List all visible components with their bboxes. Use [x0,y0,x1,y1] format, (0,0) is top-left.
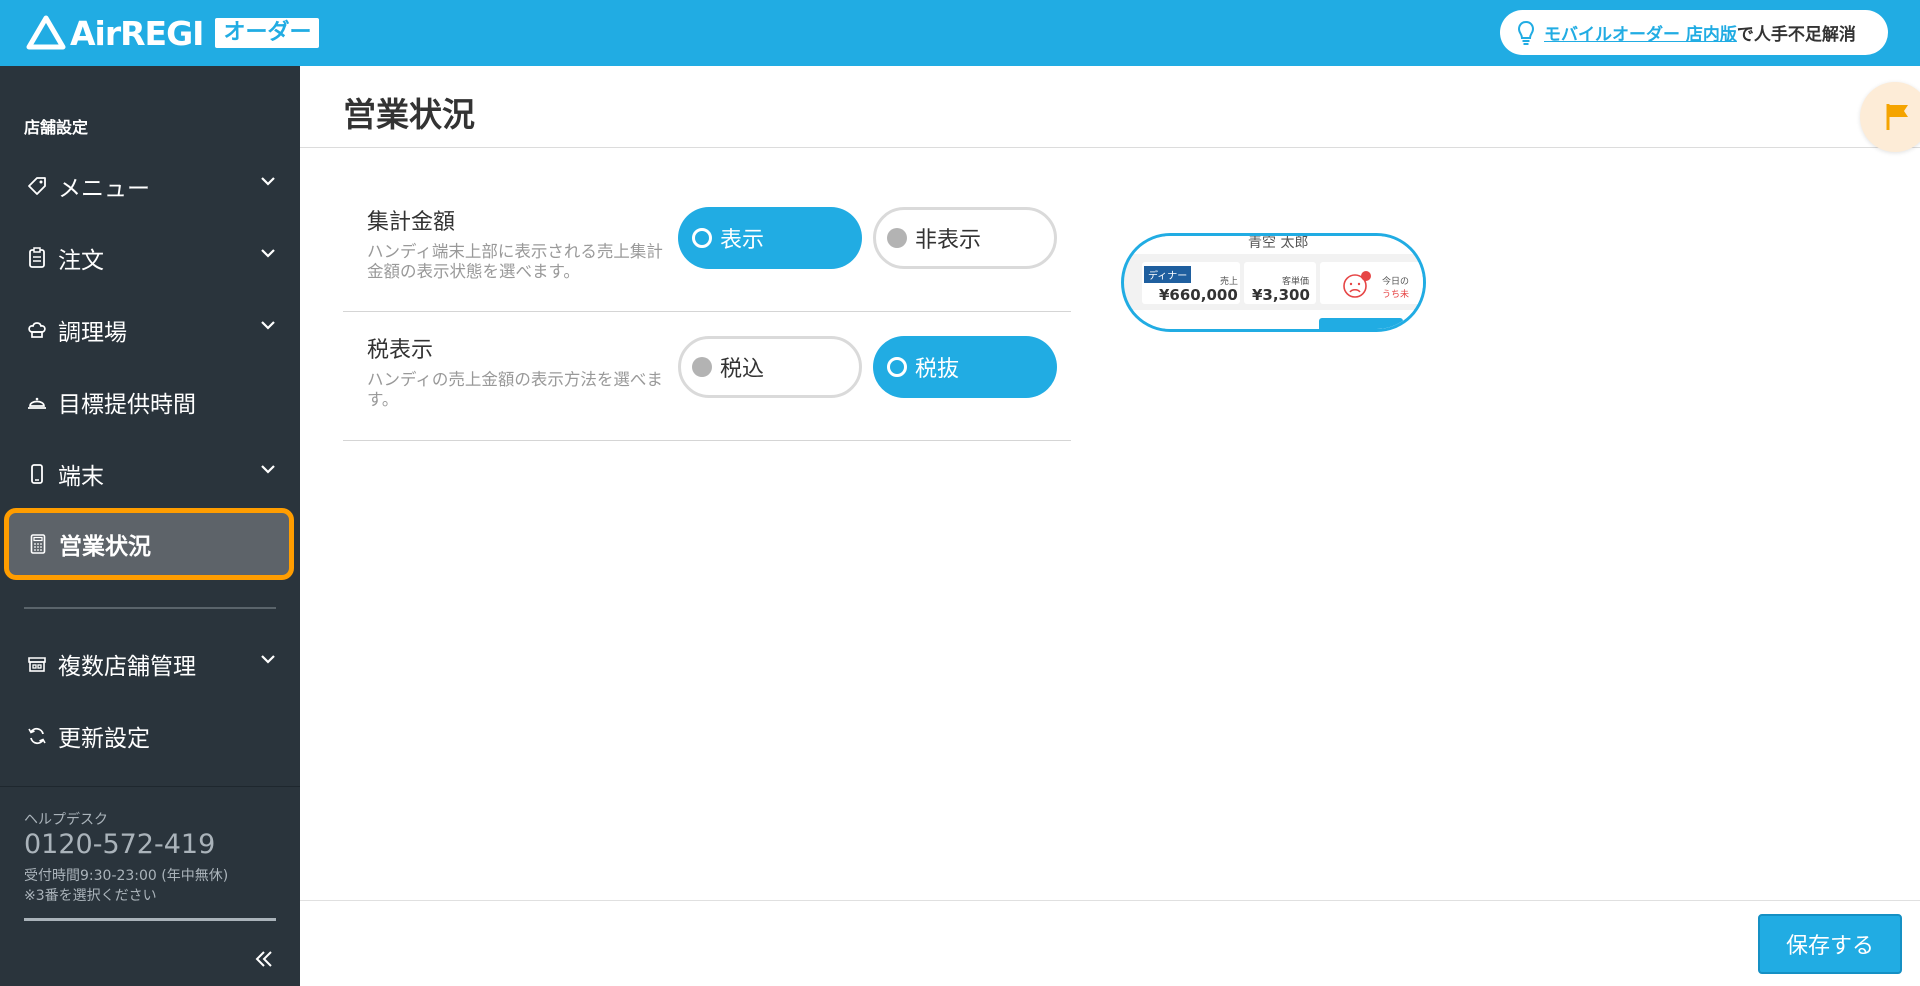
sidebar-item-kitchen[interactable]: 調理場 [0,294,300,366]
chevron-down-icon [261,321,275,330]
setting-row-tax-display: 税表示 ハンディの売上金額の表示方法を選べます。 税込 税抜 [343,312,1071,441]
option-label: 非表示 [915,228,982,253]
helpdesk-panel: ヘルプデスク 0120-572-419 受付時間9:30-23:00 (年中無休… [0,786,300,986]
setting-row-total-amount: 集計金額 ハンディ端末上部に表示される売上集計金額の表示状態を選べます。 表示 … [343,188,1071,312]
option-label: 税抜 [915,357,960,382]
sidebar-item-label: 調理場 [58,320,127,346]
footer-bar: 保存する [300,900,1920,986]
sidebar-item-order[interactable]: 注文 [0,222,300,294]
sidebar-item-label: 複数店舗管理 [58,654,196,680]
sidebar-item-label: 営業状況 [59,534,151,560]
preview-user-name: 青空 太郎 [1248,235,1309,251]
lightbulb-icon [1517,20,1535,45]
chevron-down-icon [261,249,275,258]
radio-selected-icon [887,357,907,377]
sidebar-section-label: 店舗設定 [24,118,89,137]
option-label: 表示 [720,228,765,253]
sidebar-item-label: 目標提供時間 [58,392,196,418]
promo-banner[interactable]: モバイルオーダー 店内版 で人手不足解消 [1500,10,1888,55]
helpdesk-divider [24,918,276,921]
setting-label: 集計金額 [367,210,456,235]
preview-today-card [1320,262,1423,304]
page-header: 営業状況 [300,66,1920,148]
sidebar-item-target-time[interactable]: 目標提供時間 [0,366,300,438]
radio-selected-icon [692,228,712,248]
handy-preview-image: 青空 太郎 ディナー 売上 ¥660,000 客単価 ¥3,300 今日の うち… [1121,233,1426,332]
promo-text: で人手不足解消 [1736,25,1856,45]
sidebar-item-label: メニュー [58,176,150,202]
clipboard-icon [26,247,48,269]
setting-description: ハンディの売上金額の表示方法を選べます。 [367,370,663,409]
refresh-icon [26,725,48,747]
sidebar-item-label: 注文 [58,248,104,274]
logo-badge: オーダー [215,18,320,48]
save-button[interactable]: 保存する [1758,914,1902,974]
helpdesk-label: ヘルプデスク [24,812,108,828]
calculator-icon [27,533,49,555]
chevron-down-icon [261,177,275,186]
promo-link[interactable]: モバイルオーダー 店内版 [1544,20,1737,45]
sad-face-icon [1343,271,1371,298]
sidebar-item-menu[interactable]: メニュー [0,150,300,222]
option-tax-excluded-button[interactable]: 税抜 [873,336,1057,398]
preview-today-sub: うち未 [1382,290,1410,300]
airregi-logo[interactable]: AirREGI オーダー [26,13,320,53]
sidebar-divider [24,607,276,609]
cloche-icon [26,391,48,413]
preview-active-tab [1319,318,1403,329]
helpdesk-phone[interactable]: 0120-572-419 [24,829,215,860]
preview-today-label: 今日の [1382,277,1410,287]
option-hide-button[interactable]: 非表示 [873,207,1057,269]
sidebar-item-label: 端末 [58,464,104,490]
flag-icon [1886,104,1908,130]
radio-unselected-icon [887,228,907,248]
option-label: 税込 [720,357,765,382]
sidebar-item-update-settings[interactable]: 更新設定 [0,700,300,772]
helpdesk-note: ※3番を選択ください [24,888,157,904]
top-header: AirREGI オーダー モバイルオーダー 店内版 で人手不足解消 [0,0,1920,66]
chevron-down-icon [261,465,275,474]
radio-unselected-icon [692,357,712,377]
tag-icon [26,175,48,197]
sidebar-item-device[interactable]: 端末 [0,438,300,510]
collapse-sidebar-icon[interactable] [250,947,278,971]
helpdesk-hours: 受付時間9:30-23:00 (年中無休) [24,868,229,884]
sidebar-item-business-status[interactable]: 営業状況 [4,508,294,580]
sidebar-item-label: 更新設定 [58,726,150,752]
sidebar: 店舗設定 メニュー 注文 調理場 目標提供時間 端末 営業状況 複数店舗管理 更… [0,66,300,986]
sidebar-item-multi-store[interactable]: 複数店舗管理 [0,628,300,700]
preview-avg-value: ¥3,300 [1252,286,1310,304]
option-show-button[interactable]: 表示 [678,207,862,269]
setting-description: ハンディ端末上部に表示される売上集計金額の表示状態を選べます。 [367,242,663,281]
chevron-down-icon [261,655,275,664]
smartphone-icon [26,463,48,485]
preview-topbar: 青空 太郎 [1124,235,1423,254]
page-title: 営業状況 [343,95,475,134]
setting-label: 税表示 [367,338,434,363]
store-icon [26,653,48,675]
logo-text: AirREGI [70,13,204,53]
chef-hat-icon [26,319,48,341]
option-tax-included-button[interactable]: 税込 [678,336,862,398]
logo-triangle-icon [26,15,66,50]
preview-sales-value: ¥660,000 [1159,286,1238,304]
preview-tag: ディナー [1144,266,1192,283]
